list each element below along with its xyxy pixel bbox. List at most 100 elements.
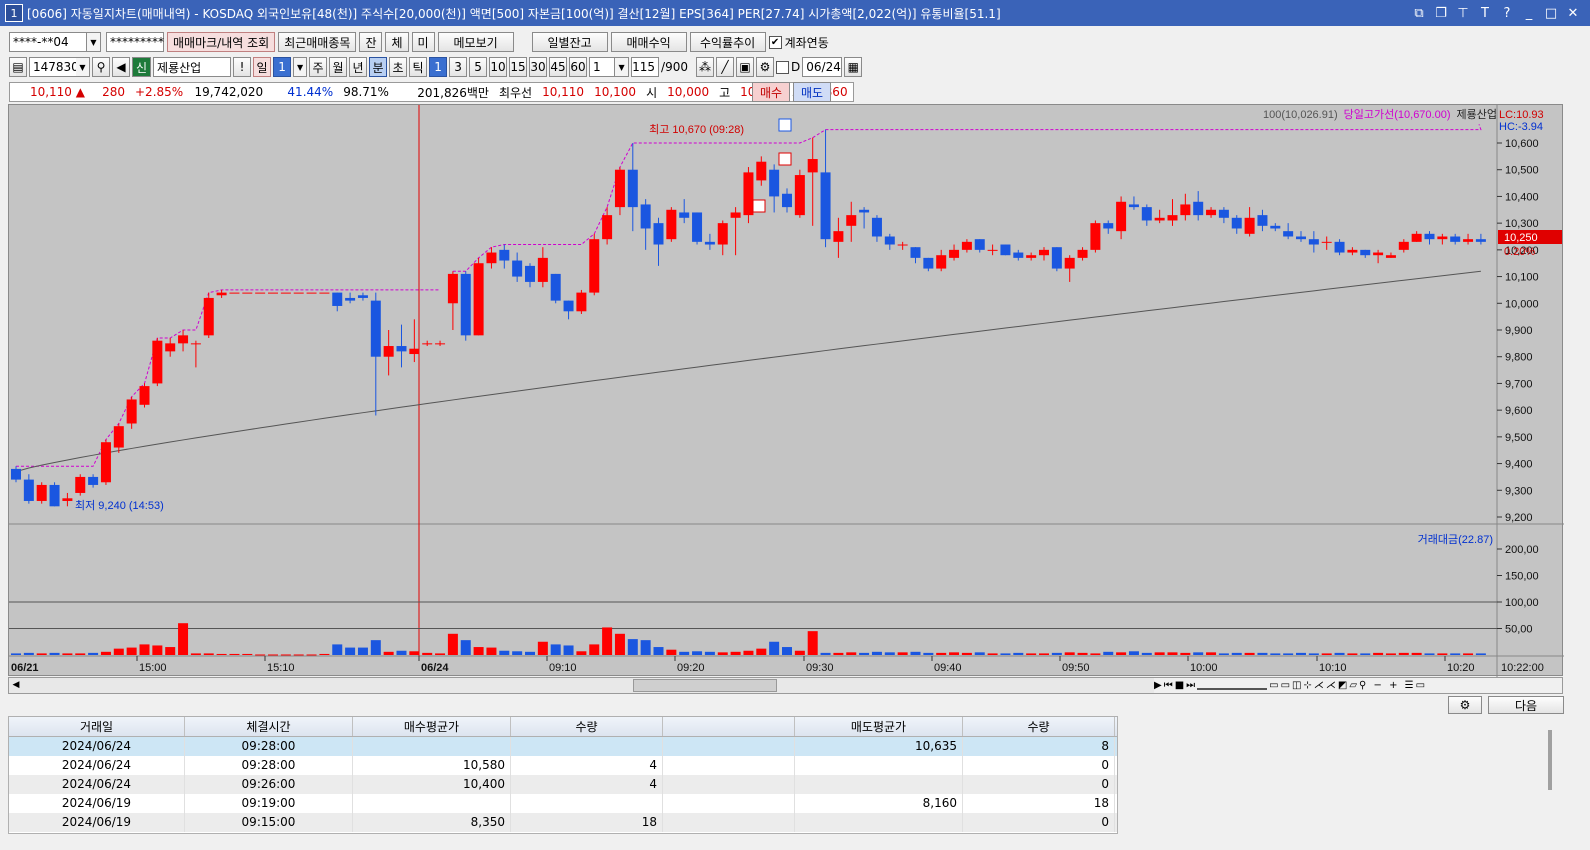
account-link-checkbox[interactable]: ✔ (768, 35, 782, 49)
balance-button[interactable]: 잔 (359, 32, 383, 52)
chart-scrollbar[interactable]: ◀ ▶ ⏮ ■ ⏭ ▭▭◫⊹⋌⋌◩▱⚲ − + ☰▭ (8, 677, 1563, 694)
candle-body (743, 172, 754, 216)
sell-button[interactable]: 매도 (793, 82, 831, 102)
interval-30-button[interactable]: 30 (529, 57, 548, 77)
volume-bar (357, 647, 368, 655)
price-chart[interactable]: 10,600 10,500 10,400 10,300 10,200 10,100 10,0… (8, 104, 1564, 677)
grid-settings-icon[interactable]: ⚙ (1448, 696, 1482, 714)
trade-profit-button[interactable]: 매매수익 (610, 32, 687, 52)
bar-count-input[interactable]: 115 (631, 57, 660, 77)
password-input[interactable]: ********* (106, 32, 164, 52)
interval-dropdown-icon[interactable]: ▼ (615, 57, 630, 77)
col-blank (663, 717, 795, 736)
buy-button[interactable]: 매수 (752, 82, 790, 102)
sound-icon[interactable]: ◀ (112, 57, 130, 77)
table-row[interactable]: 2024/06/24 09:26:00 10,400 4 0 (9, 775, 1117, 794)
interval-10-button[interactable]: 10 (489, 57, 508, 77)
volume-bar (23, 652, 34, 655)
volume-bar (936, 652, 947, 655)
date-checkbox[interactable] (776, 60, 789, 74)
period-year-button[interactable]: 년 (349, 57, 368, 77)
font-icon[interactable]: T (1476, 6, 1494, 21)
draw-tool-icon[interactable]: ╱ (716, 57, 734, 77)
memo-button[interactable]: 메모보기 (437, 32, 514, 52)
chart-canvas[interactable]: 10,60010,50010,40010,30010,20010,10010,0… (9, 105, 1564, 677)
col-sell-avg: 매도평균가 (795, 717, 963, 736)
table-row[interactable]: 2024/06/24 09:28:00 10,635 8 (9, 737, 1117, 756)
period-minute-button[interactable]: 분 (369, 57, 388, 77)
candle-body (1180, 204, 1191, 216)
stop-icon[interactable]: ■ (1175, 680, 1184, 691)
candle-body (319, 292, 330, 294)
next-button[interactable]: 다음 (1488, 696, 1564, 714)
candle-body (1141, 207, 1152, 221)
candle-body (859, 209, 870, 213)
grid-scrollbar[interactable] (1548, 730, 1552, 790)
code-dropdown-icon[interactable]: ▼ (76, 57, 90, 77)
chart-menu-icon[interactable]: ▤ (9, 57, 27, 77)
minimize-icon[interactable]: _ (1520, 6, 1538, 21)
stock-name-field[interactable]: 제룡산업 (153, 57, 232, 77)
scroll-right-icon[interactable]: ▶ (1154, 680, 1162, 691)
account-input[interactable]: ****-**04 (9, 32, 87, 52)
period-day-num[interactable]: 1 (273, 57, 292, 77)
volume-bar (589, 644, 600, 655)
close-icon[interactable]: ✕ (1564, 6, 1582, 21)
period-tick-button[interactable]: 틱 (409, 57, 428, 77)
table-cell (663, 794, 795, 813)
candle-body (49, 484, 60, 507)
stock-code-input[interactable]: 147830 (29, 57, 79, 77)
period-day-button[interactable]: 일 (253, 57, 272, 77)
volume-bar (1206, 652, 1217, 655)
volume-bar (653, 647, 664, 655)
calendar-icon[interactable]: ▦ (844, 57, 863, 77)
period-week-button[interactable]: 주 (309, 57, 328, 77)
interval-1-button[interactable]: 1 (429, 57, 448, 77)
interval-3-button[interactable]: 3 (449, 57, 468, 77)
date-label: D (791, 60, 801, 74)
table-cell: 09:28:00 (185, 737, 353, 756)
table-row[interactable]: 2024/06/24 09:28:00 10,580 4 0 (9, 756, 1117, 775)
day-dropdown-icon[interactable]: ▼ (293, 57, 308, 77)
settings-icon[interactable]: ⚙ (756, 57, 774, 77)
volume-bar (666, 649, 677, 655)
volume-bar (884, 652, 895, 655)
search-icon[interactable]: ⚲ (92, 57, 110, 77)
scroll-left-icon[interactable]: ◀ (9, 678, 23, 693)
trade-mark-query-button[interactable]: 매매마크/내역 조회 (167, 32, 276, 52)
candle-body (1296, 236, 1306, 240)
interval-60-button[interactable]: 60 (569, 57, 588, 77)
first-icon[interactable]: ⏮ (1164, 680, 1173, 691)
volume-bar (1296, 652, 1306, 655)
link-icon[interactable]: ⧉ (1410, 6, 1428, 21)
interval-input[interactable]: 1 (589, 57, 616, 77)
scroll-thumb[interactable] (633, 679, 777, 692)
daily-balance-button[interactable]: 일별잔고 (531, 32, 608, 52)
zoom-slider[interactable] (1197, 682, 1268, 690)
maximize-icon[interactable]: □ (1542, 6, 1560, 21)
period-second-button[interactable]: 초 (389, 57, 408, 77)
date-input[interactable]: 06/24 (802, 57, 843, 77)
recent-trades-button[interactable]: 최근매매종목 (278, 32, 357, 52)
candle-body (1193, 201, 1204, 216)
return-trend-button[interactable]: 수익률추이 (689, 32, 766, 52)
unexecuted-button[interactable]: 미 (411, 32, 435, 52)
add-indicator-icon[interactable]: ⁂ (696, 57, 714, 77)
pin-icon[interactable]: ⊤ (1454, 6, 1472, 21)
last-icon[interactable]: ⏭ (1186, 680, 1195, 691)
help-icon[interactable]: ? (1498, 6, 1516, 21)
interval-5-button[interactable]: 5 (469, 57, 488, 77)
account-dropdown-icon[interactable]: ▼ (87, 32, 101, 52)
period-month-button[interactable]: 월 (329, 57, 348, 77)
alert-icon[interactable]: ! (233, 57, 252, 77)
save-icon[interactable]: ▣ (736, 57, 754, 77)
executed-button[interactable]: 체 (385, 32, 409, 52)
interval-15-button[interactable]: 15 (509, 57, 528, 77)
tool-icons[interactable]: ▭▭◫⊹⋌⋌◩▱⚲ − + ☰▭ (1269, 680, 1427, 691)
restore-icon[interactable]: ❐ (1432, 6, 1450, 21)
interval-45-button[interactable]: 45 (549, 57, 568, 77)
table-row[interactable]: 2024/06/19 09:19:00 8,160 18 (9, 794, 1117, 813)
table-row[interactable]: 2024/06/19 09:15:00 8,350 18 0 (9, 813, 1117, 832)
candle-body (357, 295, 368, 298)
candle-body (383, 346, 394, 357)
